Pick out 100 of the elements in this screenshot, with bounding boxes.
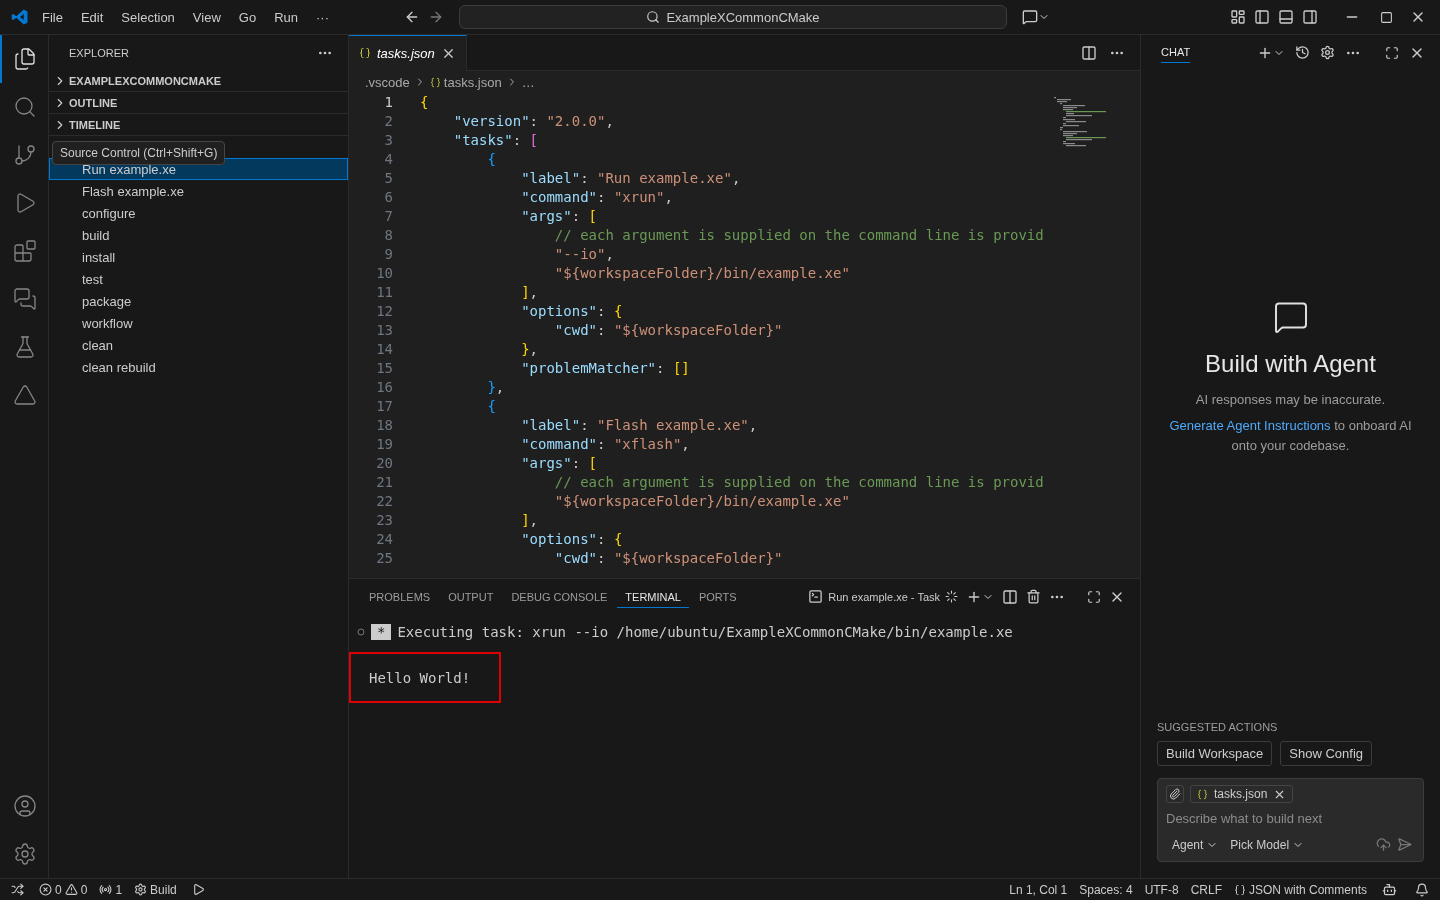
menu-item[interactable]: Run: [266, 5, 306, 29]
line-number: 3: [383, 131, 393, 150]
task-item[interactable]: workflow: [49, 312, 348, 334]
line-number: 17: [375, 397, 393, 416]
suggested-action[interactable]: Build Workspace: [1157, 741, 1273, 766]
search-icon: [646, 10, 661, 24]
menu-item[interactable]: Edit: [72, 5, 112, 29]
code-line: "version": "2.0.0",: [452, 112, 615, 131]
code-line: "cwd": "${workspaceFolder}": [553, 549, 784, 568]
line-number: 21: [375, 473, 393, 492]
section-header[interactable]: TIMELINE: [49, 114, 348, 136]
gear-icon: [134, 883, 148, 896]
breadcrumb[interactable]: tasks.json: [429, 74, 502, 90]
ports-status[interactable]: 1: [99, 882, 123, 897]
editor-tab[interactable]: tasks.json: [349, 34, 467, 71]
code-line: "--io",: [553, 245, 615, 264]
code-line: {: [420, 93, 430, 112]
task-item[interactable]: build: [49, 224, 348, 246]
menu-item[interactable]: Selection: [113, 5, 183, 29]
task-item[interactable]: install: [49, 246, 348, 268]
line-number: 23: [375, 511, 393, 530]
breadcrumb[interactable]: …: [521, 74, 535, 90]
panel-tab[interactable]: OUTPUT: [440, 585, 502, 608]
model-picker[interactable]: Pick Model: [1224, 835, 1311, 854]
braces-icon: [429, 76, 441, 88]
code-line: "options": {: [520, 302, 624, 321]
code-line: "${workspaceFolder}/bin/example.xe": [553, 492, 851, 511]
line-number: 4: [383, 150, 393, 169]
status-item[interactable]: CRLF: [1190, 882, 1222, 897]
task-item[interactable]: Flash example.xe: [49, 180, 348, 202]
mode-picker[interactable]: Agent: [1166, 835, 1225, 854]
status-item[interactable]: UTF-8: [1144, 882, 1179, 897]
section-header[interactable]: EXAMPLEXCOMMONCMAKE: [49, 70, 348, 92]
menu-item[interactable]: View: [184, 5, 229, 29]
code-line: "args": [: [520, 207, 598, 226]
task-item[interactable]: package: [49, 290, 348, 312]
task-item[interactable]: test: [49, 268, 348, 290]
language-status[interactable]: JSON with Comments: [1233, 882, 1367, 897]
line-number: 22: [375, 492, 393, 511]
paperclip-icon[interactable]: [1166, 785, 1184, 803]
code-line: // each argument is supplied on the command line is provid: [553, 473, 1045, 492]
terminal-title[interactable]: Run example.xe - Task: [828, 590, 940, 603]
panel-tab[interactable]: PROBLEMS: [361, 585, 439, 608]
suggested-action[interactable]: Show Config: [1280, 741, 1373, 766]
problems-status[interactable]: 0 0: [39, 882, 88, 897]
section-header[interactable]: OUTLINE: [49, 92, 348, 114]
error-icon: [39, 883, 52, 896]
line-number: 5: [383, 169, 393, 188]
terminal-line: Executing task: xrun --io /home/ubuntu/ExampleXCommonCMake/bin/example.xe: [397, 624, 1013, 640]
menu-item[interactable]: ···: [308, 5, 337, 29]
instructions-text: Generate Agent Instructions to onboard AI onto your codebase.: [1168, 416, 1413, 455]
task-item[interactable]: clean: [49, 334, 348, 356]
line-number: 8: [383, 226, 393, 245]
tooltip: Source Control (Ctrl+Shift+G): [52, 141, 226, 165]
terminal-output: Hello World!: [349, 652, 501, 703]
braces-icon: [1233, 883, 1246, 896]
status-item[interactable]: Ln 1, Col 1: [1009, 882, 1068, 897]
line-number: 11: [375, 283, 393, 302]
attachment-chip[interactable]: tasks.json: [1190, 785, 1294, 803]
warning-icon: [64, 883, 78, 896]
breadcrumb[interactable]: .vscode: [365, 74, 410, 90]
spinner-icon: [942, 587, 961, 606]
code-line: "args": [: [520, 454, 598, 473]
line-number: 12: [375, 302, 393, 321]
line-number: 9: [383, 245, 393, 264]
code-line: "tasks": [: [452, 131, 539, 150]
line-number: 10: [375, 264, 393, 283]
code-line: "cwd": "${workspaceFolder}": [553, 321, 784, 340]
panel-tab[interactable]: DEBUG CONSOLE: [503, 585, 616, 608]
line-number: 19: [375, 435, 393, 454]
menu-item[interactable]: File: [34, 5, 71, 29]
panel-tab[interactable]: TERMINAL: [617, 585, 689, 608]
chat-field[interactable]: Describe what to build next: [1166, 809, 1415, 828]
sidebar-title: EXPLORER: [69, 46, 129, 59]
panel-tab[interactable]: PORTS: [690, 585, 745, 608]
build-status[interactable]: Build: [134, 882, 177, 897]
status-item[interactable]: Spaces: 4: [1079, 882, 1133, 897]
line-number: 1: [383, 93, 393, 112]
line-number: 2: [383, 112, 393, 131]
line-number: 16: [375, 378, 393, 397]
line-number: 18: [375, 416, 393, 435]
code-line: },: [486, 378, 506, 397]
code-line: ],: [520, 511, 539, 530]
chat-tab[interactable]: CHAT: [1161, 42, 1191, 63]
code-line: "label": "Flash example.xe",: [520, 416, 759, 435]
code-line: "label": "Run example.xe",: [520, 169, 742, 188]
instructions-link[interactable]: Generate Agent Instructions: [1169, 417, 1331, 433]
circle-icon: [357, 628, 365, 636]
suggested-title: SUGGESTED ACTIONS: [1157, 721, 1279, 733]
chat-input[interactable]: tasks.json Describe what to build next Agent Pick Model: [1157, 778, 1424, 862]
code-line: ],: [520, 283, 539, 302]
braces-icon: [359, 47, 371, 59]
disclaimer-text: AI responses may be inaccurate.: [1195, 390, 1386, 409]
code-line: "${workspaceFolder}/bin/example.xe": [553, 264, 851, 283]
line-number: 14: [375, 340, 393, 359]
task-item[interactable]: clean rebuild: [49, 356, 348, 378]
task-item[interactable]: configure: [49, 202, 348, 224]
command-center-search[interactable]: ExampleXCommonCMake: [459, 5, 1007, 29]
code-line: "command": "xrun",: [520, 188, 674, 207]
menu-item[interactable]: Go: [230, 5, 265, 29]
